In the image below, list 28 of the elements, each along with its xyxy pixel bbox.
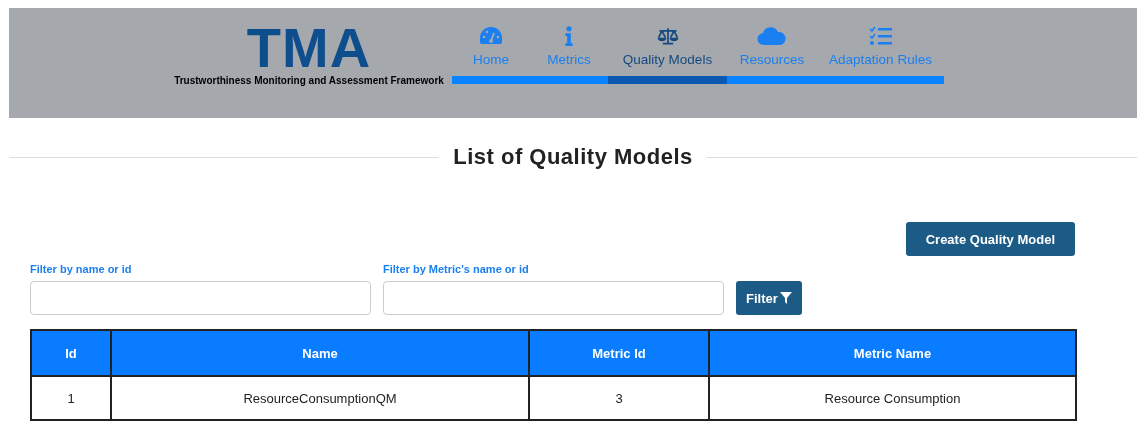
table-cell: 1 xyxy=(31,376,111,420)
column-header: Name xyxy=(111,330,529,376)
nav-tab[interactable]: Home xyxy=(452,26,530,84)
cloud-icon xyxy=(757,26,787,46)
table-cell: Resource Consumption xyxy=(709,376,1076,420)
filter-field[interactable] xyxy=(30,281,371,315)
scale-icon xyxy=(655,26,680,46)
filter-field[interactable] xyxy=(383,281,724,315)
table-cell: 3 xyxy=(529,376,709,420)
funnel-icon xyxy=(779,292,792,304)
column-header: Metric Id xyxy=(529,330,709,376)
filter-button[interactable]: Filter xyxy=(736,281,802,315)
filter-label: Filter by name or id xyxy=(30,263,133,275)
gauge-icon xyxy=(479,26,503,46)
page-title: List of Quality Models xyxy=(453,144,693,170)
info-icon xyxy=(564,26,574,46)
logo: TMA xyxy=(246,24,372,72)
column-header: Id xyxy=(31,330,111,376)
nav-tab[interactable]: Metrics xyxy=(530,26,608,84)
logo-tagline: Trustworthiness Monitoring and Assessment Framework xyxy=(174,75,444,86)
nav-tab[interactable]: Quality Models xyxy=(608,26,727,84)
checklist-icon xyxy=(868,26,893,46)
nav-tab[interactable]: Adaptation Rules xyxy=(817,26,944,84)
column-header: Metric Name xyxy=(709,330,1076,376)
table-cell: ResourceConsumptionQM xyxy=(111,376,529,420)
nav-tab[interactable]: Resources xyxy=(727,26,817,84)
filter-label: Filter by Metric's name or id xyxy=(383,263,530,275)
create-button[interactable]: Create Quality Model xyxy=(905,222,1075,256)
